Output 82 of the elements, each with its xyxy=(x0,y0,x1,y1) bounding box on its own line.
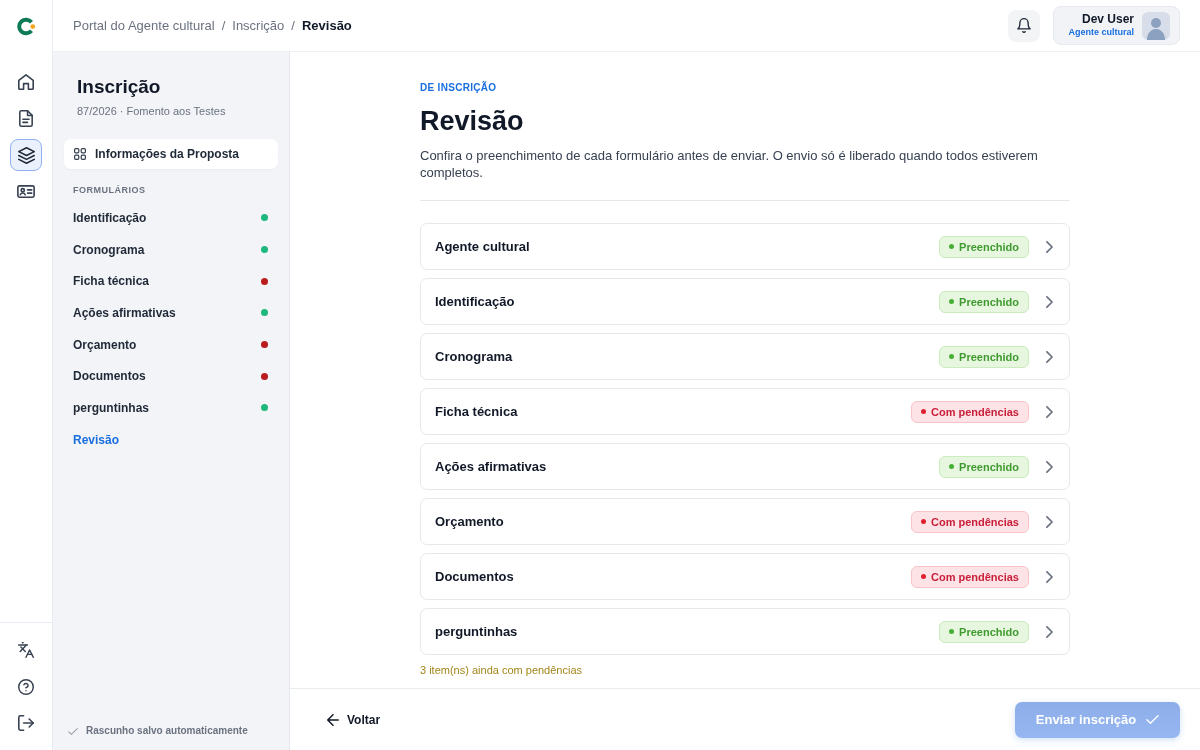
status-dot-icon xyxy=(949,244,955,249)
status-dot-icon xyxy=(949,299,955,304)
document-icon xyxy=(19,110,33,127)
form-review-card[interactable]: Documentos Com pendências xyxy=(420,553,1070,600)
sidebar-form-link[interactable]: Revisão xyxy=(64,423,278,456)
sidebar-form-link[interactable]: Orçamento xyxy=(64,328,278,361)
logo-icon xyxy=(16,16,36,36)
breadcrumb-separator: / xyxy=(291,18,295,33)
status-dot-icon xyxy=(920,574,926,579)
status-text: Preenchido xyxy=(959,625,1019,638)
check-icon xyxy=(68,727,78,735)
layers-icon xyxy=(17,146,35,164)
chevron-right-icon xyxy=(1046,625,1053,638)
chevron-right-icon xyxy=(1046,570,1053,583)
status-dot-icon xyxy=(920,519,926,524)
page-title: Revisão xyxy=(420,105,525,137)
breadcrumb-link[interactable]: Portal do Agente cultural xyxy=(73,18,215,33)
page-description: Confira o preenchimento de cada formulário antes de enviar. O envio só é liberado quando todos estiverem completos. xyxy=(420,146,1039,181)
user-name: Dev User xyxy=(1081,13,1134,28)
avatar-icon xyxy=(1142,11,1170,40)
sidebar-form-link[interactable]: Documentos xyxy=(64,360,278,393)
chevron-right-icon xyxy=(1046,240,1053,253)
autosave-status: Rascunho salvo automaticamente xyxy=(86,725,248,737)
form-review-card[interactable]: Ficha técnica Com pendências xyxy=(420,388,1070,435)
chevron-right-icon xyxy=(1046,460,1053,473)
chevron-right-icon xyxy=(1046,295,1053,308)
layers-button[interactable] xyxy=(10,139,42,171)
status-dot-icon xyxy=(920,409,926,414)
id-card-icon xyxy=(17,185,35,198)
status-text: Com pendências xyxy=(930,570,1019,583)
status-text: Preenchido xyxy=(959,295,1019,308)
chevron-right-icon xyxy=(1046,515,1053,528)
status-dot-icon xyxy=(949,464,955,469)
translate-icon xyxy=(18,642,34,658)
form-name: Agente cultural xyxy=(435,239,530,254)
chevron-right-icon xyxy=(1046,405,1053,418)
form-name: Identificação xyxy=(435,294,515,309)
form-name: Documentos xyxy=(435,569,514,584)
proposal-info-button[interactable]: Informações da Proposta xyxy=(64,139,278,169)
arrow-left-icon xyxy=(327,713,339,726)
breadcrumb-link[interactable]: Inscrição xyxy=(232,18,285,33)
status-text: Com pendências xyxy=(930,515,1019,528)
status-dot-icon xyxy=(949,629,955,634)
status-text: Preenchido xyxy=(959,460,1019,473)
pending-note: 3 item(ns) ainda com pendências xyxy=(420,663,584,677)
back-button[interactable]: Voltar xyxy=(327,708,381,731)
form-review-card[interactable]: Orçamento Com pendências xyxy=(420,498,1070,545)
status-dot-icon xyxy=(949,354,955,359)
form-review-card[interactable]: Cronograma Preenchido xyxy=(420,333,1070,380)
sidebar-form-link[interactable]: perguntinhas xyxy=(64,392,278,424)
form-name: Cronograma xyxy=(435,349,513,364)
breadcrumb-separator: / xyxy=(221,18,226,33)
section-eyebrow: DE INSCRIÇÃO xyxy=(420,82,498,94)
home-icon xyxy=(18,74,34,90)
form-review-card[interactable]: perguntinhas Preenchido xyxy=(420,608,1070,655)
sidebar-form-link[interactable]: Ficha técnica xyxy=(64,265,278,298)
help-icon xyxy=(18,678,34,695)
form-name: perguntinhas xyxy=(435,624,518,639)
chevron-right-icon xyxy=(1046,350,1053,363)
user-role: Agente cultural xyxy=(1068,27,1134,38)
check-icon xyxy=(1146,715,1160,724)
sidebar-form-link[interactable]: Ações afirmativas xyxy=(64,297,278,329)
form-name: Ações afirmativas xyxy=(435,459,547,474)
form-review-card[interactable]: Identificação Preenchido xyxy=(420,278,1070,325)
sidebar-form-link[interactable]: Cronograma xyxy=(64,233,278,266)
logout-icon xyxy=(18,715,34,731)
sidebar-form-link[interactable]: Identificação xyxy=(64,202,278,234)
status-text: Preenchido xyxy=(959,350,1019,363)
status-text: Preenchido xyxy=(959,240,1019,253)
user-chip[interactable]: Dev User Agente cultural xyxy=(1053,6,1180,45)
breadcrumb-current: Revisão xyxy=(301,18,352,33)
status-text: Com pendências xyxy=(930,405,1019,418)
sidebar-title: Inscrição xyxy=(77,76,161,98)
form-name: Ficha técnica xyxy=(435,404,518,419)
bell-icon xyxy=(1017,18,1032,33)
form-review-card[interactable]: Agente cultural Preenchido xyxy=(420,223,1070,270)
sidebar-subtitle: 87/2026 · Fomento aos Testes xyxy=(77,104,226,118)
section-label: FORMULÁRIOS xyxy=(73,185,146,195)
form-review-card[interactable]: Ações afirmativas Preenchido xyxy=(420,443,1070,490)
form-name: Orçamento xyxy=(435,514,504,529)
notifications-button[interactable] xyxy=(1008,9,1041,42)
grid-icon xyxy=(74,148,86,160)
